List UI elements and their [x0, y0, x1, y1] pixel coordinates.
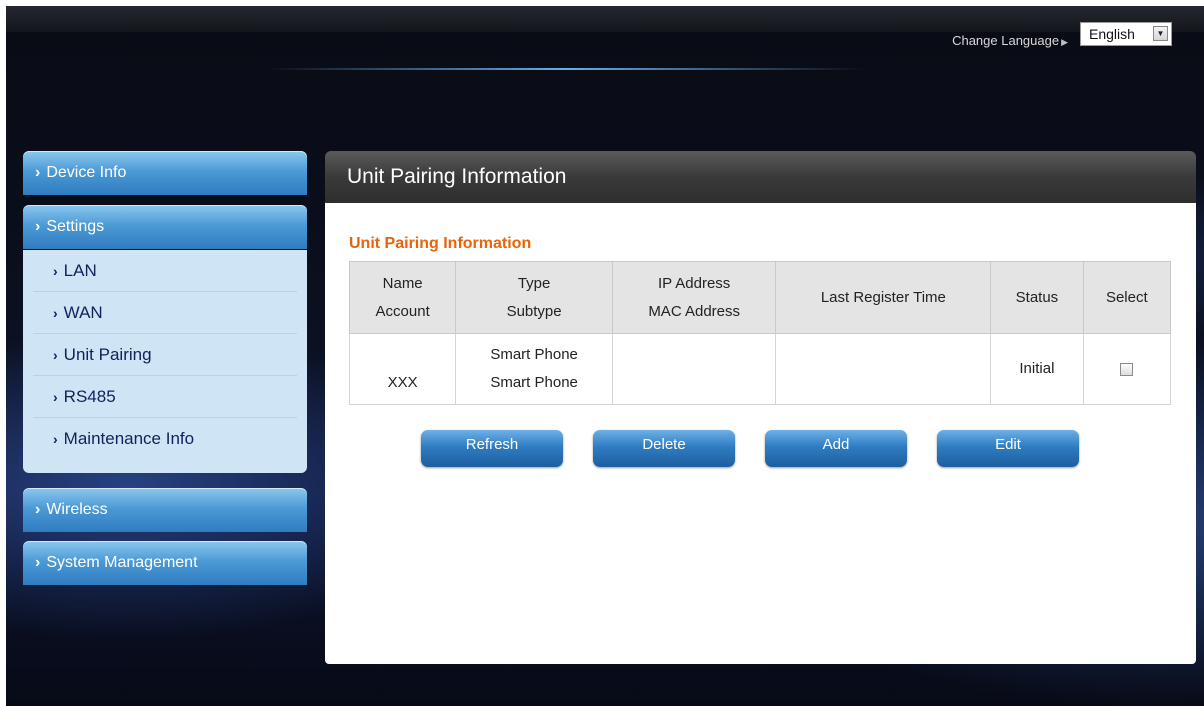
column-header-name: Name	[382, 274, 423, 292]
language-select[interactable]: English ▼	[1080, 22, 1172, 46]
column-header-status: Status	[990, 261, 1084, 334]
sidebar-subitem-unit-pairing[interactable]: › Unit Pairing	[33, 334, 297, 376]
sidebar-item-wireless[interactable]: › Wireless	[23, 488, 307, 532]
chevron-right-icon: ›	[53, 347, 58, 363]
section-title: Unit Pairing Information	[349, 235, 532, 252]
sidebar-subitem-label: Unit Pairing	[63, 345, 152, 364]
column-header-select: Select	[1082, 261, 1172, 334]
column-header-account: Account	[375, 302, 430, 320]
chevron-down-icon[interactable]: ▼	[1153, 26, 1168, 41]
chevron-right-icon: ›	[35, 554, 41, 571]
triangle-right-icon: ▶	[1061, 37, 1068, 47]
page-title: Unit Pairing Information	[347, 165, 567, 188]
sidebar-subitem-label: WAN	[63, 303, 103, 322]
column-header-type-subtype: Type Subtype	[455, 261, 613, 334]
sidebar-subitem-label: RS485	[63, 387, 116, 406]
sidebar-item-system-management[interactable]: › System Management	[23, 541, 307, 585]
column-header-mac-address: MAC Address	[648, 302, 741, 320]
chevron-right-icon: ›	[53, 431, 58, 447]
pairing-table: Name Account Type Subtype IP Address MAC…	[348, 261, 1172, 405]
chevron-right-icon: ›	[53, 305, 58, 321]
top-band	[6, 6, 1204, 32]
change-language-text: Change Language	[952, 33, 1060, 48]
sidebar-subitem-wan[interactable]: › WAN	[33, 292, 297, 334]
sidebar-item-settings[interactable]: › Settings	[23, 205, 307, 249]
page-background: Change Language ▶ English ▼ › Device Info …	[6, 6, 1204, 706]
sidebar-subitem-label: Maintenance Info	[63, 429, 195, 448]
table-row: XXX Smart Phone Smart Phone Initial	[348, 333, 1172, 405]
cell-type-subtype: Smart Phone Smart Phone	[455, 333, 613, 405]
cell-type: Smart Phone	[490, 346, 578, 363]
column-header-type: Type	[517, 274, 551, 292]
column-header-ip-mac: IP Address MAC Address	[611, 261, 777, 334]
chevron-right-icon: ›	[35, 164, 41, 181]
chevron-right-icon: ›	[35, 501, 41, 518]
sidebar-item-label: Wireless	[46, 501, 108, 518]
sidebar-subitem-label: LAN	[63, 261, 97, 280]
chevron-right-icon: ›	[53, 389, 58, 405]
panel-body: Unit Pairing Information Name Account Ty…	[325, 203, 1196, 664]
edit-button[interactable]: Edit	[937, 430, 1079, 467]
sidebar-item-device-info[interactable]: › Device Info	[23, 151, 307, 195]
sidebar-subitem-rs485[interactable]: › RS485	[33, 376, 297, 418]
cell-select	[1082, 333, 1172, 405]
cell-name-account: XXX	[348, 333, 457, 405]
sidebar-subitem-lan[interactable]: › LAN	[33, 250, 297, 292]
sidebar-item-label: System Management	[46, 554, 198, 571]
sidebar-item-label: Device Info	[46, 164, 127, 181]
column-header-last-register-time: Last Register Time	[775, 261, 992, 334]
delete-button[interactable]: Delete	[593, 430, 735, 467]
column-header-ip-address: IP Address	[658, 274, 731, 292]
chevron-right-icon: ›	[35, 218, 41, 235]
add-button[interactable]: Add	[765, 430, 907, 467]
settings-submenu: › LAN › WAN › Unit Pairing › RS485 › Maintena…	[23, 250, 307, 473]
cell-ip-address	[613, 341, 776, 369]
column-header-subtype: Subtype	[506, 302, 562, 320]
cell-status: Initial	[990, 333, 1084, 405]
cell-mac-address	[613, 369, 776, 397]
sidebar-subitem-maintenance-info[interactable]: › Maintenance Info	[33, 418, 297, 460]
language-selected-value: English	[1089, 26, 1135, 42]
change-language-label: Change Language ▶	[952, 33, 1068, 48]
row-select-checkbox[interactable]	[1120, 362, 1134, 376]
cell-last-register-time	[775, 333, 992, 405]
cell-ip-mac	[611, 333, 777, 405]
cell-name	[350, 341, 455, 369]
panel-header: Unit Pairing Information	[325, 151, 1196, 203]
column-header-name-account: Name Account	[348, 261, 457, 334]
cell-subtype: Smart Phone	[490, 374, 578, 391]
table-header-row: Name Account Type Subtype IP Address MAC…	[348, 261, 1172, 334]
decorative-glow-line	[266, 68, 866, 70]
refresh-button[interactable]: Refresh	[421, 430, 563, 467]
sidebar-item-label: Settings	[46, 218, 105, 235]
chevron-right-icon: ›	[53, 263, 58, 279]
cell-account: XXX	[387, 374, 418, 391]
